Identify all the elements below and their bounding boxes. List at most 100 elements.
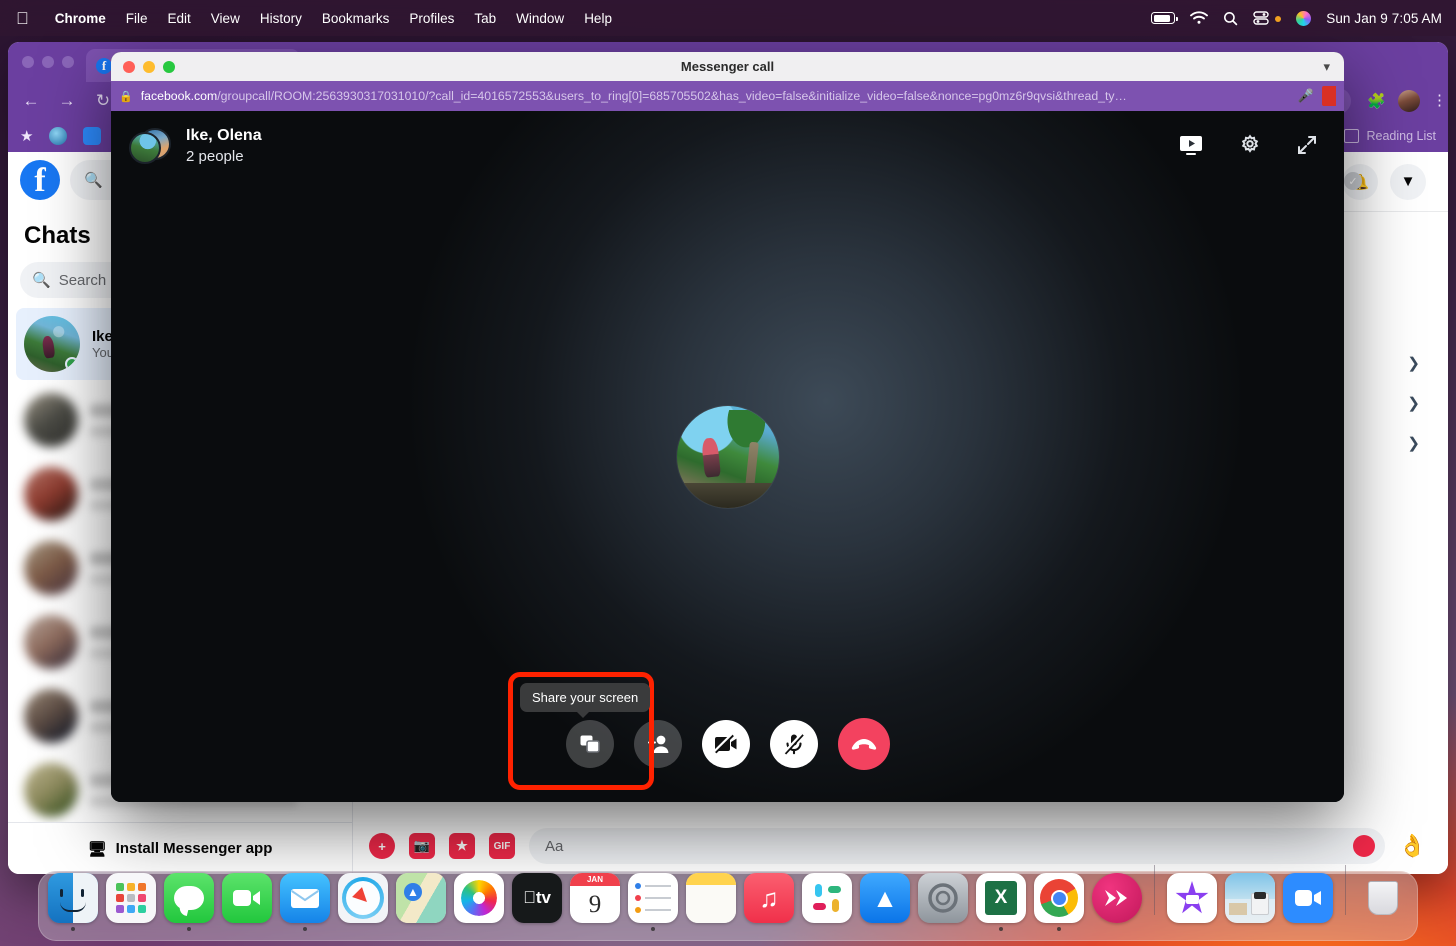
dock-item-slack[interactable]: [801, 873, 853, 931]
install-messenger-app-button[interactable]: 🖥 Install Messenger app: [8, 822, 352, 874]
avatar: [24, 316, 80, 372]
running-indicator: [1248, 927, 1252, 931]
thumbs-emoji-button[interactable]: 👌: [1399, 833, 1426, 859]
dock-item-music[interactable]: ♫: [743, 873, 795, 931]
chrome-profile-avatar[interactable]: [1398, 90, 1420, 112]
chrome-menu-icon[interactable]: ⋮: [1432, 98, 1438, 104]
chevron-down-icon[interactable]: ▾: [1323, 59, 1330, 75]
gear-icon[interactable]: [1238, 133, 1262, 157]
reading-list-button[interactable]: Reading List: [1344, 129, 1437, 143]
avatar: [24, 393, 78, 447]
menu-bar-clock[interactable]: Sun Jan 9 7:05 AM: [1326, 11, 1442, 26]
minimize-window-button[interactable]: [42, 56, 54, 68]
dock-item-settings[interactable]: [917, 873, 969, 931]
share-screen-button[interactable]: [566, 720, 614, 768]
screen: f ← → ↻ 🔒 🧩 ⋮ ★ Readi: [0, 0, 1456, 946]
message-input-placeholder: Aa: [545, 838, 563, 855]
close-window-button[interactable]: [22, 56, 34, 68]
dock-item-appstore[interactable]: ▲: [859, 873, 911, 931]
siri-icon[interactable]: [1296, 11, 1311, 26]
call-window-address-bar[interactable]: 🔒 facebook.com/groupcall/ROOM:2563930317…: [111, 81, 1344, 111]
call-window-titlebar: Messenger call ▾: [111, 52, 1344, 81]
dock-item-appletv[interactable]: tv: [511, 873, 563, 931]
expand-icon[interactable]: [1296, 134, 1318, 156]
menu-item-tab[interactable]: Tab: [464, 11, 506, 26]
finder-icon: [48, 873, 98, 923]
dock-item-finder[interactable]: [47, 873, 99, 931]
wifi-icon[interactable]: [1190, 11, 1208, 25]
window-traffic-lights[interactable]: [22, 42, 86, 82]
bookmark-zoom-icon[interactable]: [83, 127, 101, 145]
avatar: [24, 467, 78, 521]
dock-item-excel[interactable]: X: [975, 873, 1027, 931]
message-input[interactable]: Aa: [529, 828, 1385, 864]
end-call-button[interactable]: [838, 718, 890, 770]
search-icon: 🔍: [84, 171, 103, 189]
running-indicator: [477, 927, 481, 931]
dock-item-safari[interactable]: [337, 873, 389, 931]
menu-item-profiles[interactable]: Profiles: [399, 11, 464, 26]
dock-item-trash[interactable]: [1357, 873, 1409, 931]
menu-item-window[interactable]: Window: [506, 11, 574, 26]
add-people-button[interactable]: [634, 720, 682, 768]
chevron-down-icon[interactable]: ❯: [1407, 434, 1420, 452]
dock-item-calendar[interactable]: JAN 9: [569, 873, 621, 931]
menu-item-bookmarks[interactable]: Bookmarks: [312, 11, 400, 26]
emoji-picker-icon[interactable]: [1353, 835, 1375, 857]
facebook-logo-icon[interactable]: f: [20, 160, 60, 200]
dock-item-mail[interactable]: [279, 873, 331, 931]
slack-icon: [802, 873, 852, 923]
menu-item-chrome[interactable]: Chrome: [45, 11, 116, 26]
back-button[interactable]: ←: [18, 91, 44, 111]
control-center-icon[interactable]: [1253, 11, 1269, 25]
battery-icon[interactable]: [1151, 12, 1175, 24]
zoom-window-button[interactable]: [62, 56, 74, 68]
menu-item-file[interactable]: File: [116, 11, 158, 26]
bookmark-globe-icon[interactable]: [49, 127, 67, 145]
search-icon[interactable]: [1223, 11, 1238, 26]
menu-item-edit[interactable]: Edit: [158, 11, 201, 26]
gif-icon[interactable]: GIF: [489, 833, 515, 859]
dock-item-imovie[interactable]: [1166, 873, 1218, 931]
dropdown-icon[interactable]: ▼: [1390, 164, 1426, 200]
sticker-icon[interactable]: ★: [449, 833, 475, 859]
dock-item-zoom[interactable]: [1282, 873, 1334, 931]
bookmark-star-icon[interactable]: ★: [20, 127, 33, 145]
plus-icon[interactable]: +: [369, 833, 395, 859]
chevron-down-icon[interactable]: ❯: [1407, 354, 1420, 372]
dock-item-reminders[interactable]: [627, 873, 679, 931]
dock-item-preview[interactable]: [1224, 873, 1276, 931]
appstore-icon: ▲: [860, 873, 910, 923]
calendar-day: 9: [589, 886, 602, 923]
photo-icon[interactable]: 📷: [409, 833, 435, 859]
forward-button[interactable]: →: [54, 91, 80, 111]
mail-icon: [280, 873, 330, 923]
menu-item-view[interactable]: View: [201, 11, 250, 26]
microphone-icon[interactable]: 🎤: [1298, 88, 1314, 104]
running-indicator: [651, 927, 655, 931]
dock-item-maps[interactable]: ▲: [395, 873, 447, 931]
toggle-mic-button[interactable]: [770, 720, 818, 768]
dock-item-launchpad[interactable]: [105, 873, 157, 931]
dock-item-messages[interactable]: [163, 873, 215, 931]
extensions-puzzle-icon[interactable]: 🧩: [1367, 92, 1386, 110]
present-to-tv-icon[interactable]: [1178, 134, 1204, 156]
dock-item-chrome[interactable]: [1033, 873, 1085, 931]
running-indicator: [129, 927, 133, 931]
trash-icon: [1358, 873, 1408, 923]
call-url-domain: facebook.com: [141, 89, 218, 103]
dock-item-facetime[interactable]: [221, 873, 273, 931]
messages-icon: [164, 873, 214, 923]
excel-icon: X: [976, 873, 1026, 923]
call-window-title: Messenger call: [111, 59, 1344, 74]
dock-item-notes[interactable]: [685, 873, 737, 931]
toggle-video-button[interactable]: [702, 720, 750, 768]
chevron-down-icon[interactable]: ❯: [1407, 394, 1420, 412]
menu-item-help[interactable]: Help: [574, 11, 622, 26]
dock-item-hopper[interactable]: [1091, 873, 1143, 931]
appletv-icon: tv: [512, 873, 562, 923]
running-indicator: [999, 927, 1003, 931]
apple-menu-icon[interactable]: : [16, 10, 29, 27]
dock-item-photos[interactable]: [453, 873, 505, 931]
menu-item-history[interactable]: History: [250, 11, 312, 26]
